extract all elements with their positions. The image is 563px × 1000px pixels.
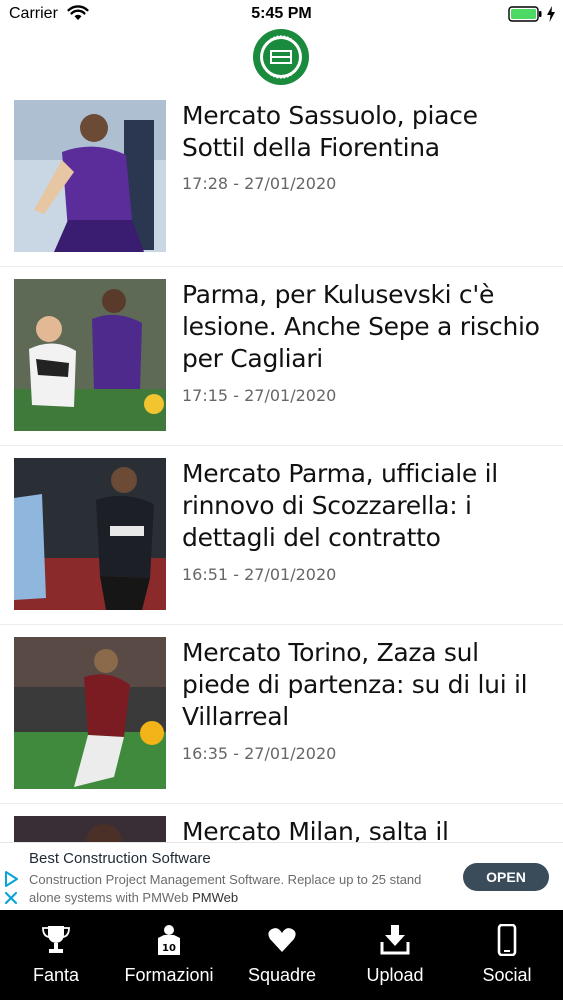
article-separator: - xyxy=(233,386,239,405)
tab-label: Social xyxy=(482,965,532,985)
ad-title[interactable]: Best Construction Software xyxy=(29,850,211,867)
tab-upload[interactable]: Upload xyxy=(339,910,451,1000)
trophy-icon xyxy=(42,926,70,953)
article-date: 27/01/2020 xyxy=(244,565,337,584)
ad-brand: PMWeb xyxy=(192,890,239,905)
article-timestamp: 16:35 - 27/01/2020 xyxy=(182,744,336,763)
tab-squadre[interactable]: Squadre xyxy=(226,910,338,1000)
article-headline[interactable]: Parma, per Kulusevski c'è lesione. Anche… xyxy=(182,279,542,375)
charging-bolt-icon xyxy=(547,6,555,22)
app-logo[interactable] xyxy=(252,28,310,86)
ad-close-icon[interactable] xyxy=(4,891,18,905)
ad-banner[interactable]: Best Construction Software Construction … xyxy=(0,842,563,911)
battery-icon xyxy=(508,6,542,22)
article-list[interactable]: Mercato Sassuolo, piace Sottil della Fio… xyxy=(0,88,563,842)
article-thumbnail[interactable] xyxy=(14,816,166,842)
article-thumbnail[interactable] xyxy=(14,100,166,252)
article-thumbnail[interactable] xyxy=(14,637,166,789)
tab-fanta[interactable]: Fanta xyxy=(0,910,112,1000)
article-time: 17:28 xyxy=(182,174,229,193)
article-timestamp: 17:28 - 27/01/2020 xyxy=(182,174,336,193)
article-separator: - xyxy=(233,744,239,763)
article-time: 16:51 xyxy=(182,565,229,584)
article-headline[interactable]: Mercato Parma, ufficiale il rinnovo di S… xyxy=(182,458,542,554)
article-item[interactable]: Mercato Parma, ufficiale il rinnovo di S… xyxy=(0,446,563,625)
article-item[interactable]: Mercato Sassuolo, piace Sottil della Fio… xyxy=(0,88,563,267)
article-item[interactable]: Mercato Milan, salta il xyxy=(0,804,563,842)
article-date: 27/01/2020 xyxy=(244,386,337,405)
phone-icon xyxy=(497,924,517,956)
tab-formazioni[interactable]: 10 Formazioni xyxy=(113,910,225,1000)
article-item[interactable]: Mercato Torino, Zaza sul piede di parten… xyxy=(0,625,563,804)
tab-bar: Fanta 10 Formazioni Squadre Upload Socia… xyxy=(0,910,563,1000)
article-item[interactable]: Parma, per Kulusevski c'è lesione. Anche… xyxy=(0,267,563,446)
svg-text:10: 10 xyxy=(162,943,176,954)
article-time: 17:15 xyxy=(182,386,229,405)
article-thumbnail[interactable] xyxy=(14,458,166,610)
status-bar: Carrier 5:45 PM xyxy=(0,0,563,30)
article-date: 27/01/2020 xyxy=(244,174,337,193)
article-headline[interactable]: Mercato Sassuolo, piace Sottil della Fio… xyxy=(182,100,542,164)
adchoices-play-icon[interactable] xyxy=(4,871,18,887)
article-separator: - xyxy=(233,174,239,193)
article-headline[interactable]: Mercato Milan, salta il xyxy=(182,816,542,842)
article-thumbnail[interactable] xyxy=(14,279,166,431)
article-timestamp: 17:15 - 27/01/2020 xyxy=(182,386,336,405)
tab-social[interactable]: Social xyxy=(451,910,563,1000)
upload-icon xyxy=(380,925,410,955)
article-separator: - xyxy=(233,565,239,584)
article-date: 27/01/2020 xyxy=(244,744,337,763)
article-time: 16:35 xyxy=(182,744,229,763)
heart-icon xyxy=(268,928,296,952)
ad-open-button[interactable]: OPEN xyxy=(463,863,549,891)
jersey-icon: 10 xyxy=(158,925,180,955)
clock: 5:45 PM xyxy=(251,5,312,22)
article-headline[interactable]: Mercato Torino, Zaza sul piede di parten… xyxy=(182,637,542,733)
article-timestamp: 16:51 - 27/01/2020 xyxy=(182,565,336,584)
ad-body: Construction Project Management Software… xyxy=(29,871,449,907)
